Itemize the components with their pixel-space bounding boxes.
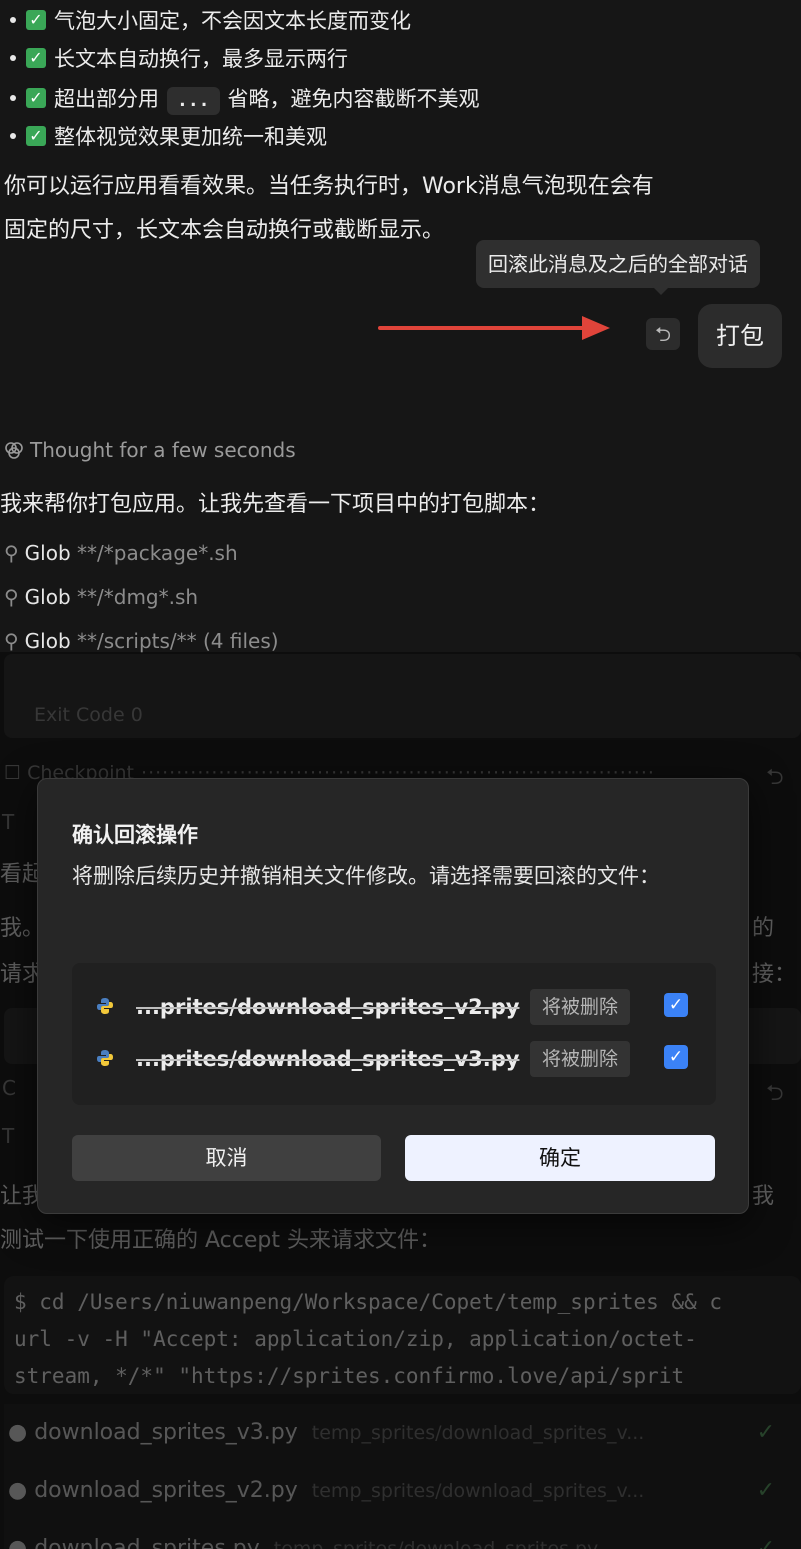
bullet-item: ✓ 超出部分用... 省略，避免内容截断不美观 <box>10 80 480 118</box>
rollback-file-list: ...prites/download_sprites_v2.py 将被删除 ✓ … <box>72 963 716 1105</box>
tooltip-tail <box>652 286 670 295</box>
bullet-item: ✓ 长文本自动换行，最多显示两行 <box>10 40 348 78</box>
python-file-icon <box>97 1050 113 1066</box>
glob-tool-call[interactable]: ⚲ Glob **/*dmg*.sh <box>4 580 198 614</box>
thought-text: Thought for a few seconds <box>30 438 296 462</box>
glob-tool-name: Glob <box>24 629 71 653</box>
bullet-item: ✓ 气泡大小固定，不会因文本长度而变化 <box>10 2 411 40</box>
will-delete-badge: 将被删除 <box>530 989 631 1025</box>
search-icon: ⚲ <box>4 629 19 653</box>
rollback-icon[interactable]: ⮌ <box>646 318 680 350</box>
rollback-tooltip: 回滚此消息及之后的全部对话 <box>476 240 760 288</box>
bullet-text: 超出部分用 <box>54 87 159 111</box>
glob-pattern: **/*package*.sh <box>77 541 238 565</box>
bullet-text: 整体视觉效果更加统一和美观 <box>54 125 327 149</box>
rollback-file-row[interactable]: ...prites/download_sprites_v3.py 将被删除 ✓ <box>96 1039 696 1079</box>
assistant-reply: 我来帮你打包应用。让我先查看一下项目中的打包脚本： <box>0 492 551 517</box>
dialog-description: 将删除后续历史并撤销相关文件修改。请选择需要回滚的文件： <box>72 864 660 888</box>
file-checkbox[interactable]: ✓ <box>664 1045 688 1069</box>
arrow-annotation-line <box>378 326 590 330</box>
bullet-dot <box>10 95 16 101</box>
bullet-text: 省略，避免内容截断不美观 <box>227 87 480 111</box>
rollback-file-row[interactable]: ...prites/download_sprites_v2.py 将被删除 ✓ <box>96 987 696 1027</box>
confirm-button[interactable]: 确定 <box>405 1135 715 1181</box>
rollback-file-name: ...prites/download_sprites_v3.py <box>136 1047 520 1071</box>
rollback-file-name: ...prites/download_sprites_v2.py <box>136 995 520 1019</box>
glob-tool-name: Glob <box>24 585 71 609</box>
check-mark-icon: ✓ <box>26 126 46 146</box>
summary-line: 你可以运行应用看看效果。当任务执行时，Work消息气泡现在会有 <box>4 174 654 199</box>
user-message-bubble: 打包 <box>698 304 782 368</box>
arrow-annotation-head <box>582 316 610 340</box>
glob-pattern: **/scripts/** (4 files) <box>77 629 279 653</box>
search-icon: ⚲ <box>4 541 19 565</box>
cancel-button[interactable]: 取消 <box>72 1135 381 1181</box>
rollback-confirm-dialog: 确认回滚操作 将删除后续历史并撤销相关文件修改。请选择需要回滚的文件： ...p… <box>37 778 749 1214</box>
glob-tool-name: Glob <box>24 541 71 565</box>
brain-icon <box>5 442 23 459</box>
glob-pattern: **/*dmg*.sh <box>77 585 199 609</box>
dialog-title: 确认回滚操作 <box>72 823 198 847</box>
file-checkbox[interactable]: ✓ <box>664 993 688 1017</box>
check-mark-icon: ✓ <box>26 88 46 108</box>
bullet-text: 长文本自动换行，最多显示两行 <box>54 47 348 71</box>
bullet-dot <box>10 17 16 23</box>
search-icon: ⚲ <box>4 585 19 609</box>
bullet-text: 气泡大小固定，不会因文本长度而变化 <box>54 9 411 33</box>
check-mark-icon: ✓ <box>26 10 46 30</box>
inline-code: ... <box>167 87 220 115</box>
check-mark-icon: ✓ <box>26 48 46 68</box>
bullet-item: ✓ 整体视觉效果更加统一和美观 <box>10 118 327 156</box>
python-file-icon <box>97 998 113 1014</box>
bullet-dot <box>10 133 16 139</box>
bullet-dot <box>10 55 16 61</box>
glob-tool-call[interactable]: ⚲ Glob **/*package*.sh <box>4 536 238 570</box>
will-delete-badge: 将被删除 <box>530 1041 631 1077</box>
thought-indicator[interactable]: Thought for a few seconds <box>4 434 296 466</box>
